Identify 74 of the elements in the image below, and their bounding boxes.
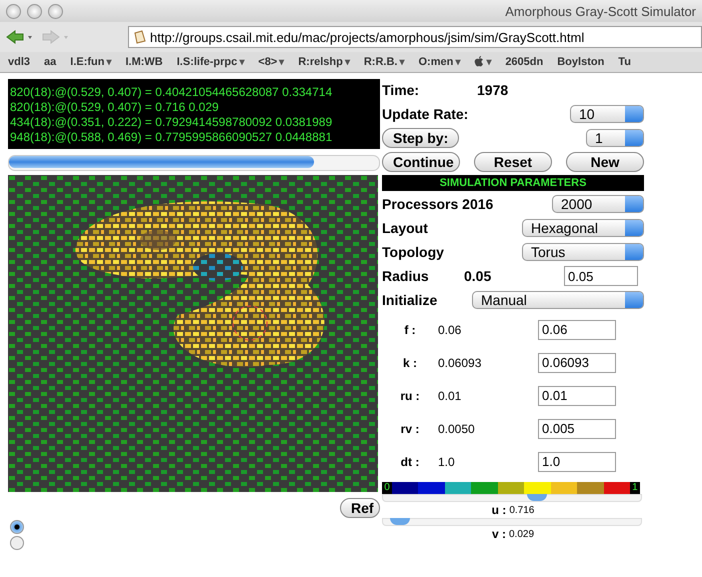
parameter-input[interactable]: 0.01 [538, 386, 616, 406]
window-control-icon[interactable] [48, 4, 63, 18]
radius-label: Radius [382, 268, 430, 284]
step-select[interactable]: 1 [586, 129, 644, 147]
apple-icon [474, 56, 484, 68]
window-control-icon[interactable] [6, 4, 21, 18]
slider-reading: 0.029 [508, 528, 534, 540]
parameter-label: dt : [400, 454, 420, 468]
bookmark-item[interactable]: Tu [618, 56, 631, 68]
bookmark-item[interactable]: I.M:WB [125, 56, 163, 68]
bookmark-item[interactable]: O:men ▾ [418, 56, 460, 68]
parameter-input[interactable]: 1.0 [538, 452, 616, 472]
slider-track[interactable] [382, 494, 642, 502]
processors-select[interactable]: 2000 [552, 195, 644, 213]
topology-label: Topology [382, 244, 444, 260]
console-line: 948(18):@(0.588, 0.469) = 0.7795995866090527 0.0448881 [10, 130, 334, 145]
bookmark-item[interactable]: 2605dn [505, 56, 544, 68]
parameter-input[interactable]: 0.06 [538, 320, 616, 340]
console-line: 820(18):@(0.529, 0.407) = 0.716 0.029 [10, 100, 220, 115]
bookmark-item[interactable]: I.E:fun ▾ [70, 56, 112, 68]
console-line: 820(18):@(0.529, 0.407) = 0.40421054465628087 0.334714 [10, 85, 334, 100]
slider-thumb[interactable] [390, 518, 410, 525]
slider-thumb[interactable] [527, 494, 547, 501]
radius-input[interactable]: 0.05 [564, 266, 638, 286]
processors-label: Processors 2016 [382, 196, 494, 212]
parameter-input[interactable]: 0.005 [538, 418, 616, 438]
bookmark-item[interactable]: I.S:life-prpc ▾ [176, 56, 244, 68]
scrollbar[interactable] [8, 155, 380, 171]
bookmark-item[interactable]: R:R.B. ▾ [364, 56, 404, 68]
initialize-label: Initialize [382, 292, 438, 308]
refresh-button[interactable]: Ref [340, 498, 380, 518]
bookmark-item[interactable]: R:relshp ▾ [298, 56, 350, 68]
console-line: 434(18):@(0.351, 0.222) = 0.7929414598780092 0.0381989 [10, 115, 334, 130]
window-title: Amorphous Gray-Scott Simulator [505, 4, 696, 18]
parameter-label: f : [403, 322, 417, 336]
bookmark-item[interactable]: vdl3 [8, 56, 30, 68]
update-rate-select[interactable]: 10 [570, 105, 644, 123]
address-field[interactable]: http://groups.csail.mit.edu/mac/projects/amorphous/jsim/sim/GrayScott.html [128, 26, 702, 48]
update-rate-label: Update Rate: [382, 106, 468, 122]
scale-max-label: 1 [630, 482, 640, 494]
page-icon [133, 30, 147, 44]
bookmark-item[interactable]: <8> ▾ [258, 56, 284, 68]
section-header: SIMULATION PARAMETERS [382, 175, 644, 191]
slider-label: u : [492, 503, 506, 517]
slider-track[interactable] [382, 518, 642, 526]
slider-label: v : [492, 527, 506, 541]
time-value: 1978 [477, 82, 508, 98]
layout-label: Layout [382, 220, 428, 236]
time-label: Time: [382, 82, 420, 98]
parameter-label: rv : [400, 422, 420, 436]
parameter-label: ru : [399, 388, 421, 402]
parameter-value: 0.01 [438, 388, 462, 402]
bookmark-item[interactable]: Boylston [557, 56, 604, 68]
window-control-icon[interactable] [27, 4, 42, 18]
scale-min-label: 0 [382, 482, 392, 494]
parameter-value: 0.0050 [438, 422, 476, 436]
parameter-input[interactable]: 0.06093 [538, 352, 616, 372]
bookmark-item[interactable]: ▾ [474, 56, 492, 68]
radius-value: 0.05 [464, 268, 492, 284]
radio-button[interactable] [10, 536, 24, 550]
topology-select[interactable]: Torus [522, 243, 644, 261]
parameter-label: k : [402, 356, 418, 370]
initialize-select[interactable]: Manual [472, 291, 644, 309]
action-button[interactable]: Reset [474, 152, 552, 172]
layout-select[interactable]: Hexagonal [522, 219, 644, 237]
parameter-value: 0.06 [438, 322, 462, 336]
parameter-value: 1.0 [438, 454, 456, 468]
step-by-button[interactable]: Step by: [382, 128, 460, 148]
parameter-value: 0.06093 [438, 356, 482, 370]
slider-reading: 0.716 [509, 504, 534, 516]
action-button[interactable]: Continue [382, 152, 460, 172]
bookmark-item[interactable]: aa [44, 56, 56, 68]
radio-button[interactable] [10, 520, 24, 534]
action-button[interactable]: New [566, 152, 644, 172]
